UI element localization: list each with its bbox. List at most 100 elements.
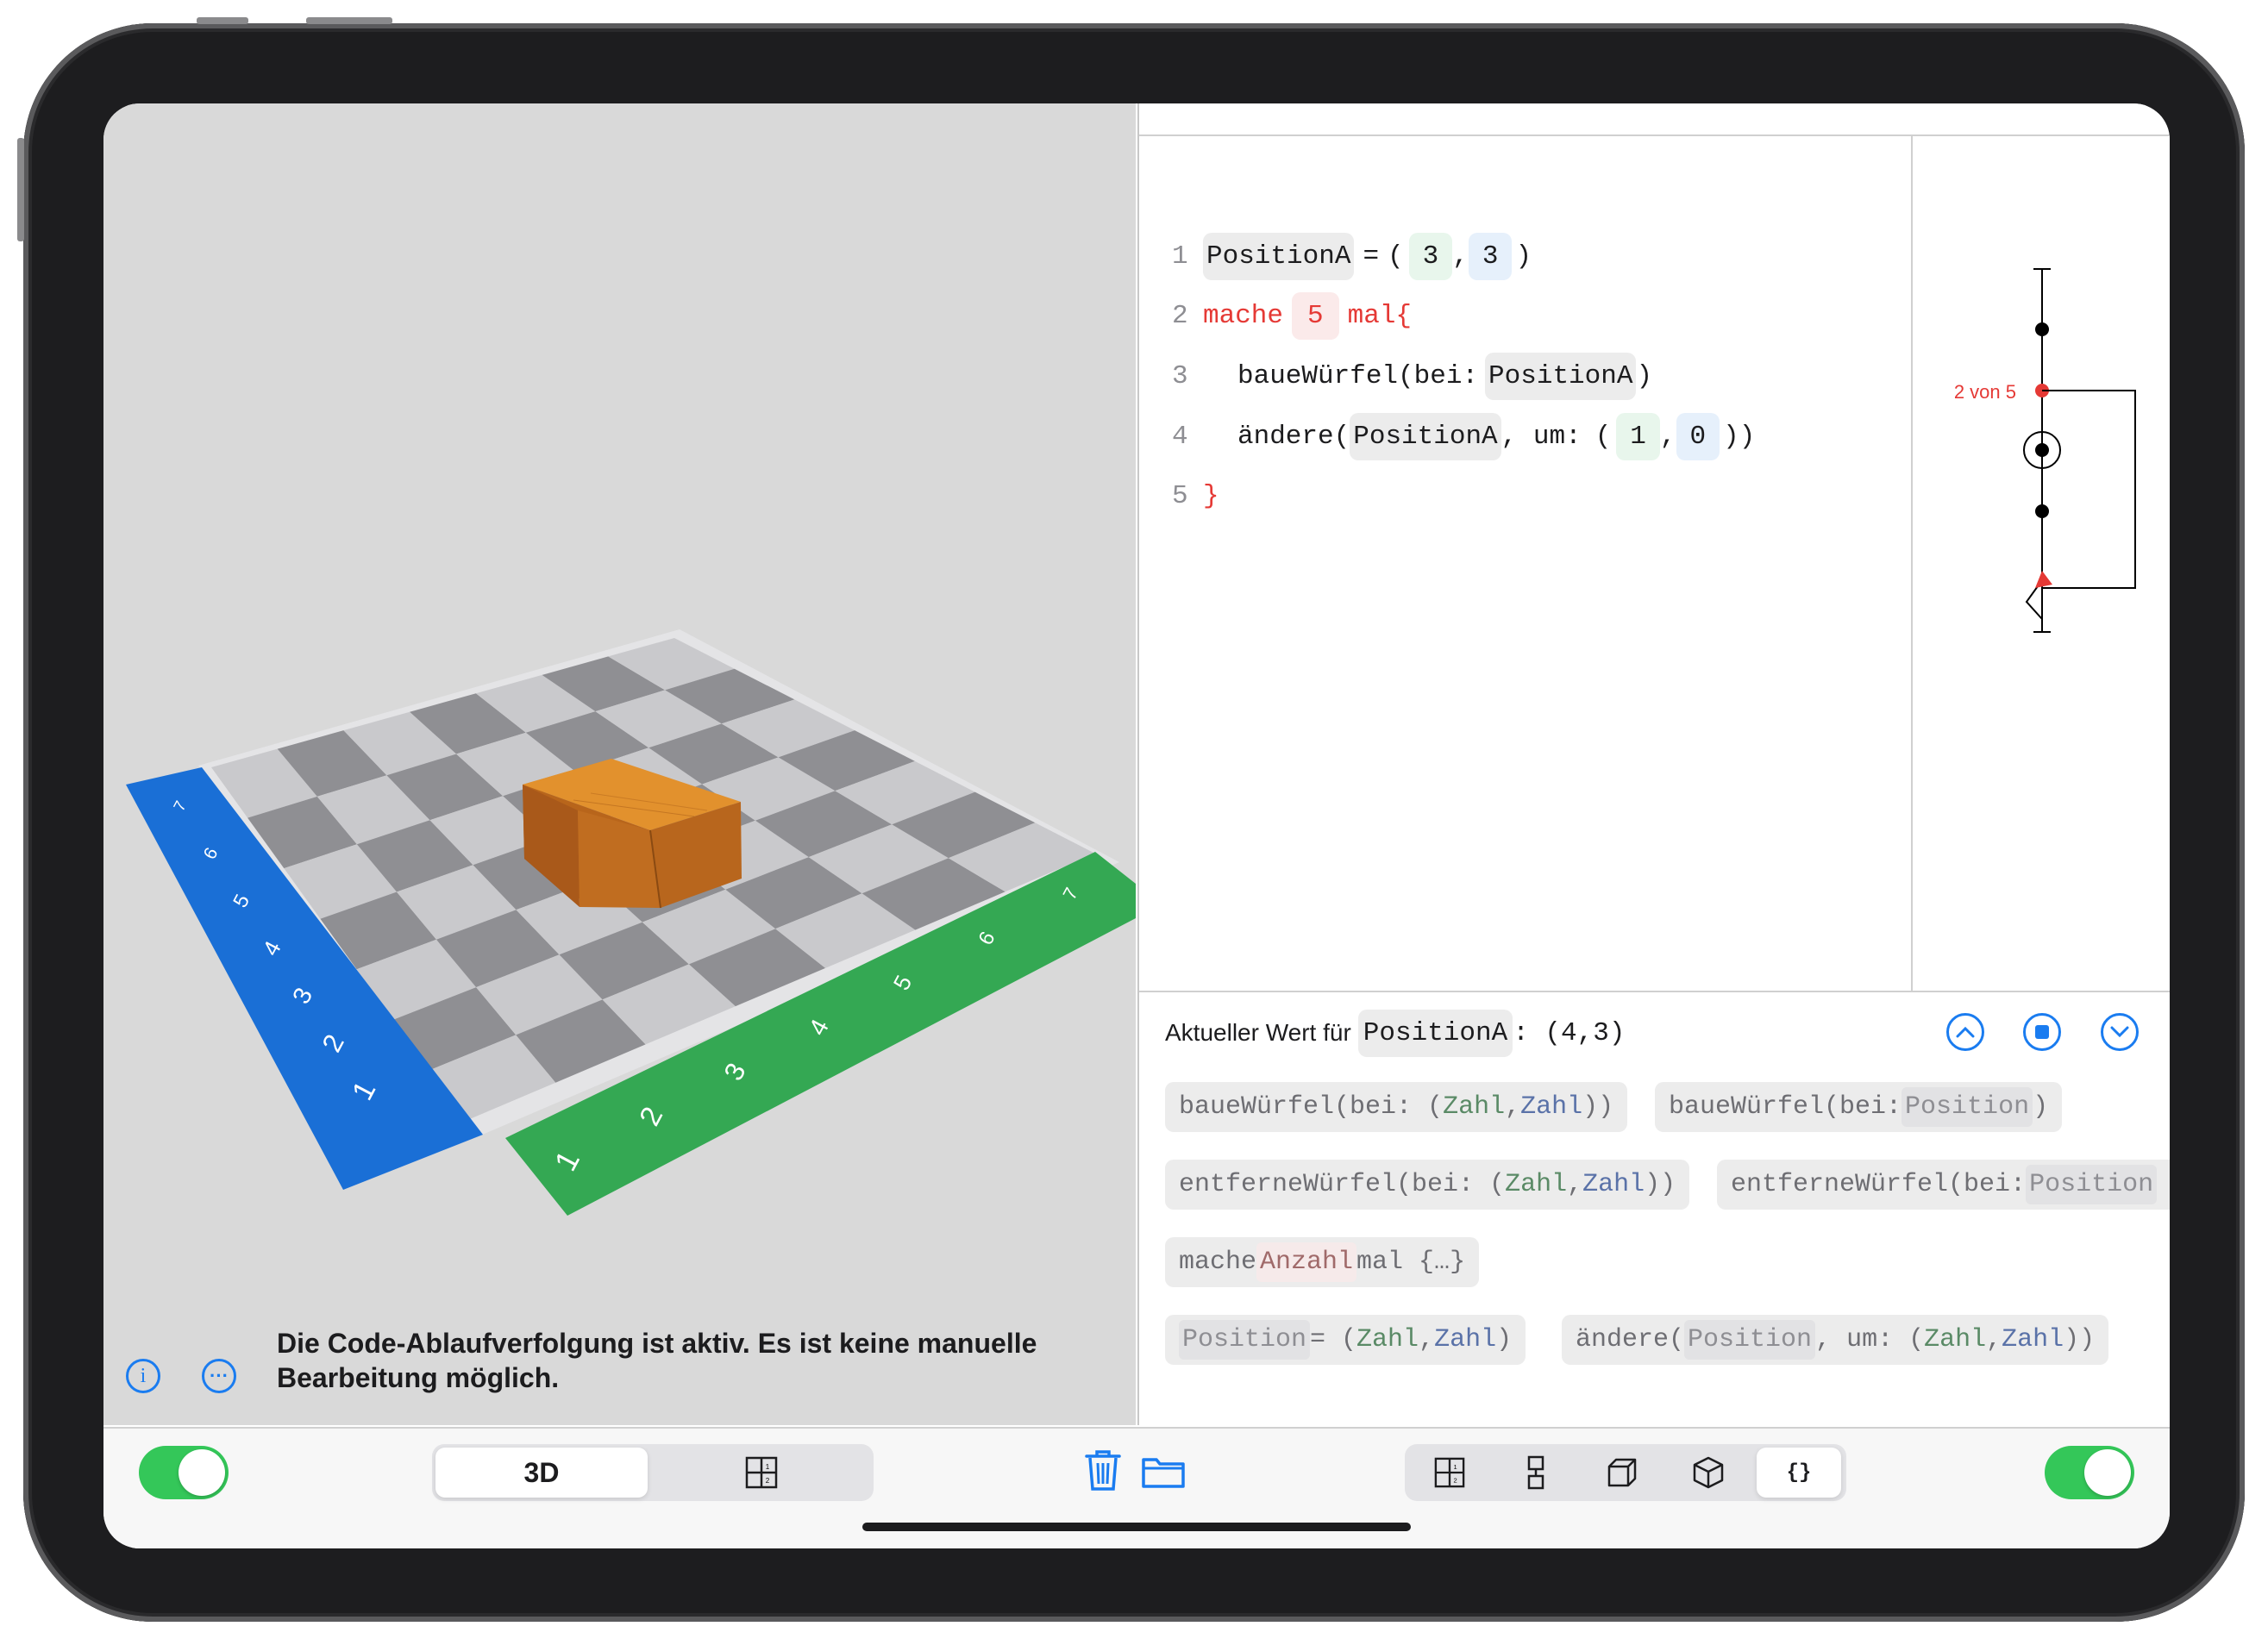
layout-2d-tab[interactable]: 1 2 (1408, 1448, 1491, 1498)
cube-3d-icon (1693, 1456, 1724, 1489)
snippet-text: entferneWürfel(bei: ( (1179, 1170, 1506, 1199)
function-call: baueWürfel(bei: (1237, 360, 1479, 391)
hardware-button (17, 138, 24, 241)
trace-message: Die Code-Ablaufverfolgung ist aktiv. Es … (277, 1328, 1037, 1393)
snippet-remove-position[interactable]: entferneWürfel(bei: Position (1717, 1160, 2170, 1210)
snippet-change-position[interactable]: ändere(Position, um: (Zahl, Zahl)) (1562, 1315, 2109, 1365)
scene-view[interactable]: 1234567 1234567 i ··· Die Code-Ablaufver… (103, 103, 1136, 1425)
snippet-repeat[interactable]: mache Anzahl mal {…} (1165, 1237, 1480, 1287)
step-dot (2035, 504, 2049, 518)
right-toggle[interactable] (2045, 1446, 2134, 1499)
snippet-text: , (1419, 1325, 1435, 1354)
layout-split-tab[interactable] (1494, 1448, 1577, 1498)
snippet-param: Zahl (1443, 1092, 1506, 1122)
code-line-3[interactable]: 3 baueWürfel(bei: PositionA ) (1172, 350, 1653, 402)
code-pane: 1 PositionA = ( 3 , 3 ) 2 mache 5 mal{ 3… (1137, 103, 2170, 1425)
current-value-label: Aktueller Wert für (1165, 1019, 1351, 1046)
stop-icon (2035, 1025, 2049, 1039)
top-strip (1139, 103, 2170, 136)
folder-icon[interactable] (1141, 1454, 1186, 1489)
grid-2d-icon: 1 2 (1434, 1457, 1465, 1488)
number-token[interactable]: 1 (1616, 412, 1660, 460)
paren: ) (1636, 360, 1653, 391)
snippet-text: = ( (1310, 1325, 1357, 1354)
svg-text:1: 1 (1454, 1463, 1457, 1471)
step-down-button[interactable] (2101, 1013, 2139, 1051)
number-token[interactable]: 3 (1468, 232, 1513, 280)
line-number: 2 (1172, 300, 1188, 331)
layout-code-tab[interactable]: {} (1757, 1448, 1841, 1498)
grid-2d-icon: 1 2 (745, 1456, 778, 1489)
snippet-text: ) (1496, 1325, 1513, 1354)
split-view-icon (1527, 1455, 1544, 1490)
view-mode-segmented-control: 3D 1 2 (432, 1444, 874, 1501)
scene-3d[interactable]: 1234567 1234567 (103, 103, 1136, 1425)
code-line-2[interactable]: 2 mache 5 mal{ (1172, 290, 1412, 341)
svg-text:2: 2 (766, 1477, 770, 1485)
loop-end-marker (2035, 571, 2052, 588)
stop-button[interactable] (2023, 1013, 2061, 1051)
line-number: 1 (1172, 241, 1188, 272)
current-step-dot (2035, 443, 2049, 457)
number-token[interactable]: 0 (1676, 412, 1720, 460)
snippet-text: , (1505, 1092, 1521, 1122)
loop-counter-label: 2 von 5 (1954, 381, 2016, 403)
code-line-5[interactable]: 5 } (1172, 470, 1219, 522)
step-up-button[interactable] (1946, 1013, 1984, 1051)
snippet-param: Position (1901, 1087, 2033, 1127)
svg-text:1: 1 (766, 1463, 770, 1471)
more-icon[interactable]: ··· (202, 1359, 236, 1393)
snippet-remove-coords[interactable]: entferneWürfel(bei: (Zahl, Zahl)) (1165, 1160, 1690, 1210)
snippet-build-position[interactable]: baueWürfel(bei: Position) (1655, 1082, 2063, 1132)
line-number: 4 (1172, 421, 1188, 452)
number-token[interactable]: 3 (1408, 232, 1453, 280)
line-number: 5 (1172, 480, 1188, 511)
snippet-build-coords[interactable]: baueWürfel(bei: (Zahl, Zahl)) (1165, 1082, 1628, 1132)
snippet-param: Position (2026, 1165, 2158, 1204)
info-icon[interactable]: i (126, 1359, 160, 1393)
snippet-text: entferneWürfel(bei: (1731, 1170, 2027, 1199)
snippet-param: Zahl (1434, 1325, 1497, 1354)
snippet-param: Position (1179, 1320, 1311, 1360)
snippet-param: Anzahl (1256, 1242, 1357, 1282)
snippet-text: )) (1645, 1170, 1676, 1199)
paren: ( (1388, 241, 1404, 272)
layout-3d-tab[interactable] (1667, 1448, 1750, 1498)
paren: ) (1515, 241, 1532, 272)
svg-text:2: 2 (1454, 1476, 1457, 1484)
trash-icon[interactable] (1083, 1448, 1123, 1492)
left-toggle[interactable] (139, 1446, 229, 1499)
value-panel: Aktueller Wert für PositionA : (4,3) bau… (1139, 991, 2170, 1427)
snippet-text: baueWürfel(bei: ( (1179, 1092, 1444, 1122)
mode-2d-tab[interactable]: 1 2 (653, 1448, 870, 1498)
loop-count-token[interactable]: 5 (1292, 291, 1339, 340)
variable-token[interactable]: PositionA (1350, 412, 1501, 460)
operator: = (1363, 241, 1380, 272)
layout-segmented-control: 1 2 {} (1405, 1444, 1846, 1501)
snippet-assign-position[interactable]: Position = (Zahl, Zahl) (1165, 1315, 1526, 1365)
closing-brace: } (1203, 480, 1219, 511)
keyword-mache: mache (1203, 300, 1284, 331)
code-line-4[interactable]: 4 ändere( PositionA , um: ( 1 , 0 )) (1172, 410, 1756, 462)
hardware-button (197, 17, 248, 24)
param-label: , um: (1501, 421, 1582, 452)
snippet-text: mache (1179, 1248, 1257, 1277)
variable-token[interactable]: PositionA (1485, 352, 1637, 400)
layout-box-tab[interactable] (1581, 1448, 1663, 1498)
flow-diagram: 2 von 5 (1954, 268, 2136, 633)
screen: 1234567 1234567 i ··· Die Code-Ablaufver… (103, 103, 2170, 1548)
snippet-text: mal {…} (1356, 1248, 1466, 1277)
variable-token[interactable]: PositionA (1203, 232, 1355, 280)
paren: )) (1723, 421, 1756, 452)
cube-outline-icon (1607, 1458, 1637, 1487)
home-indicator (862, 1523, 1411, 1531)
mode-3d-tab[interactable]: 3D (435, 1448, 648, 1498)
code-line-1[interactable]: 1 PositionA = ( 3 , 3 ) (1172, 230, 1532, 282)
snippet-text: ändere( (1576, 1325, 1685, 1354)
snippet-param: Zahl (2002, 1325, 2064, 1354)
comma: , (1659, 421, 1676, 452)
keyword-mal: mal{ (1347, 300, 1413, 331)
snippet-text: , (1567, 1170, 1583, 1199)
trace-panel: 2 von 5 (1911, 136, 2170, 991)
code-editor[interactable]: 1 PositionA = ( 3 , 3 ) 2 mache 5 mal{ 3… (1139, 136, 1909, 991)
